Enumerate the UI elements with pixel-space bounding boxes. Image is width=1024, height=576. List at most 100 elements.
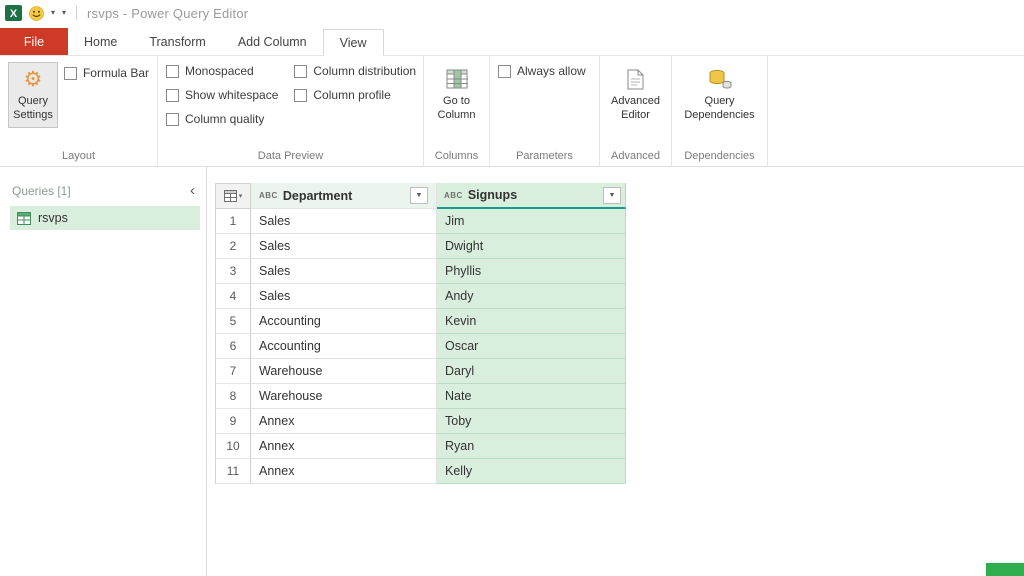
smiley-dropdown-icon[interactable]: ▾ [51, 9, 55, 17]
window-title: rsvps - Power Query Editor [87, 6, 248, 21]
row-number[interactable]: 2 [215, 234, 251, 259]
table-icon [224, 190, 237, 202]
department-cell[interactable]: Warehouse [251, 359, 437, 384]
signups-cell[interactable]: Dwight [437, 234, 626, 259]
formula-bar-label: Formula Bar [83, 66, 149, 80]
table-row: 5AccountingKevin [215, 309, 626, 334]
column-header-department[interactable]: ABC Department ▼ [251, 183, 437, 209]
formula-bar-checkbox[interactable]: Formula Bar [64, 66, 149, 80]
queries-pane-header: Queries [1] ‹ [10, 183, 200, 206]
department-cell[interactable]: Accounting [251, 309, 437, 334]
always-allow-checkbox[interactable]: Always allow [498, 64, 586, 78]
document-icon [627, 69, 644, 90]
signups-cell[interactable]: Toby [437, 409, 626, 434]
signups-filter-button[interactable]: ▼ [603, 187, 621, 204]
monospaced-checkbox[interactable]: Monospaced [166, 64, 278, 78]
go-to-column-button[interactable]: Go to Column [432, 62, 481, 128]
table-corner-button[interactable]: ▾ [215, 183, 251, 209]
column-distribution-checkbox[interactable]: Column distribution [294, 64, 416, 78]
show-whitespace-label: Show whitespace [185, 88, 278, 102]
row-number[interactable]: 7 [215, 359, 251, 384]
tab-view[interactable]: View [323, 29, 384, 56]
column-profile-checkbox[interactable]: Column profile [294, 88, 416, 102]
table-body: 1SalesJim2SalesDwight3SalesPhyllis4Sales… [215, 209, 626, 484]
table-row: 10AnnexRyan [215, 434, 626, 459]
signups-cell[interactable]: Oscar [437, 334, 626, 359]
row-number[interactable]: 6 [215, 334, 251, 359]
department-cell[interactable]: Annex [251, 434, 437, 459]
database-dependencies-icon [708, 69, 732, 90]
signups-cell[interactable]: Jim [437, 209, 626, 234]
feedback-smiley-icon[interactable] [29, 6, 44, 21]
sidebar-item-rsvps[interactable]: rsvps [10, 206, 200, 230]
row-number[interactable]: 8 [215, 384, 251, 409]
query-dependencies-button[interactable]: Query Dependencies [681, 62, 759, 128]
monospaced-label: Monospaced [185, 64, 254, 78]
department-cell[interactable]: Annex [251, 459, 437, 484]
show-whitespace-checkbox[interactable]: Show whitespace [166, 88, 278, 102]
column-header-signups[interactable]: ABC Signups ▼ [437, 183, 626, 209]
row-number[interactable]: 1 [215, 209, 251, 234]
checkbox-box [166, 65, 179, 78]
row-number[interactable]: 3 [215, 259, 251, 284]
query-table-icon [17, 212, 31, 225]
table-row: 11AnnexKelly [215, 459, 626, 484]
table-row: 9AnnexToby [215, 409, 626, 434]
signups-cell[interactable]: Daryl [437, 359, 626, 384]
filter-caret-icon: ▼ [609, 192, 616, 199]
collapse-pane-icon[interactable]: ‹ [187, 183, 198, 198]
department-cell[interactable]: Warehouse [251, 384, 437, 409]
quick-access-dropdown-icon[interactable]: ▾ [62, 9, 66, 17]
signups-cell[interactable]: Nate [437, 384, 626, 409]
signups-cell[interactable]: Andy [437, 284, 626, 309]
filter-caret-icon: ▼ [416, 192, 423, 199]
table-row: 1SalesJim [215, 209, 626, 234]
signups-cell[interactable]: Phyllis [437, 259, 626, 284]
tab-file[interactable]: File [0, 28, 68, 55]
group-label-columns: Columns [432, 147, 481, 166]
tab-add-column[interactable]: Add Column [222, 28, 323, 55]
column-profile-label: Column profile [313, 88, 390, 102]
group-label-advanced: Advanced [608, 147, 663, 166]
checkbox-box [294, 65, 307, 78]
checkbox-box [294, 89, 307, 102]
row-number[interactable]: 11 [215, 459, 251, 484]
tab-home[interactable]: Home [68, 28, 133, 55]
query-name-label: rsvps [38, 211, 68, 225]
query-settings-button[interactable]: ⚙ Query Settings [8, 62, 58, 128]
group-label-parameters: Parameters [498, 147, 591, 166]
row-number[interactable]: 9 [215, 409, 251, 434]
table-row: 6AccountingOscar [215, 334, 626, 359]
excel-logo-icon: X [5, 5, 22, 21]
ribbon-group-parameters: Always allow Parameters [490, 56, 600, 166]
group-label-layout: Layout [8, 147, 149, 166]
tab-transform[interactable]: Transform [133, 28, 222, 55]
row-number[interactable]: 4 [215, 284, 251, 309]
titlebar-divider [76, 6, 77, 20]
signups-cell[interactable]: Ryan [437, 434, 626, 459]
department-filter-button[interactable]: ▼ [410, 187, 428, 204]
signups-cell[interactable]: Kevin [437, 309, 626, 334]
query-settings-label: Query Settings [11, 95, 55, 123]
column-quality-checkbox[interactable]: Column quality [166, 112, 278, 126]
ribbon-group-layout: ⚙ Query Settings Formula Bar Layout [0, 56, 158, 166]
title-bar: X ▾ ▾ rsvps - Power Query Editor [0, 0, 1024, 26]
row-number[interactable]: 5 [215, 309, 251, 334]
checkbox-box [166, 89, 179, 102]
table-menu-caret-icon: ▾ [239, 192, 243, 200]
signups-cell[interactable]: Kelly [437, 459, 626, 484]
advanced-editor-label: Advanced Editor [611, 95, 660, 123]
query-dependencies-label: Query Dependencies [684, 95, 756, 123]
department-cell[interactable]: Sales [251, 284, 437, 309]
go-to-column-label: Go to Column [435, 95, 478, 123]
ribbon-spacer [768, 56, 1024, 166]
group-label-dependencies: Dependencies [680, 147, 759, 166]
department-cell[interactable]: Sales [251, 209, 437, 234]
department-cell[interactable]: Sales [251, 234, 437, 259]
department-cell[interactable]: Annex [251, 409, 437, 434]
column-quality-label: Column quality [185, 112, 264, 126]
department-cell[interactable]: Sales [251, 259, 437, 284]
row-number[interactable]: 10 [215, 434, 251, 459]
advanced-editor-button[interactable]: Advanced Editor [608, 62, 663, 128]
department-cell[interactable]: Accounting [251, 334, 437, 359]
